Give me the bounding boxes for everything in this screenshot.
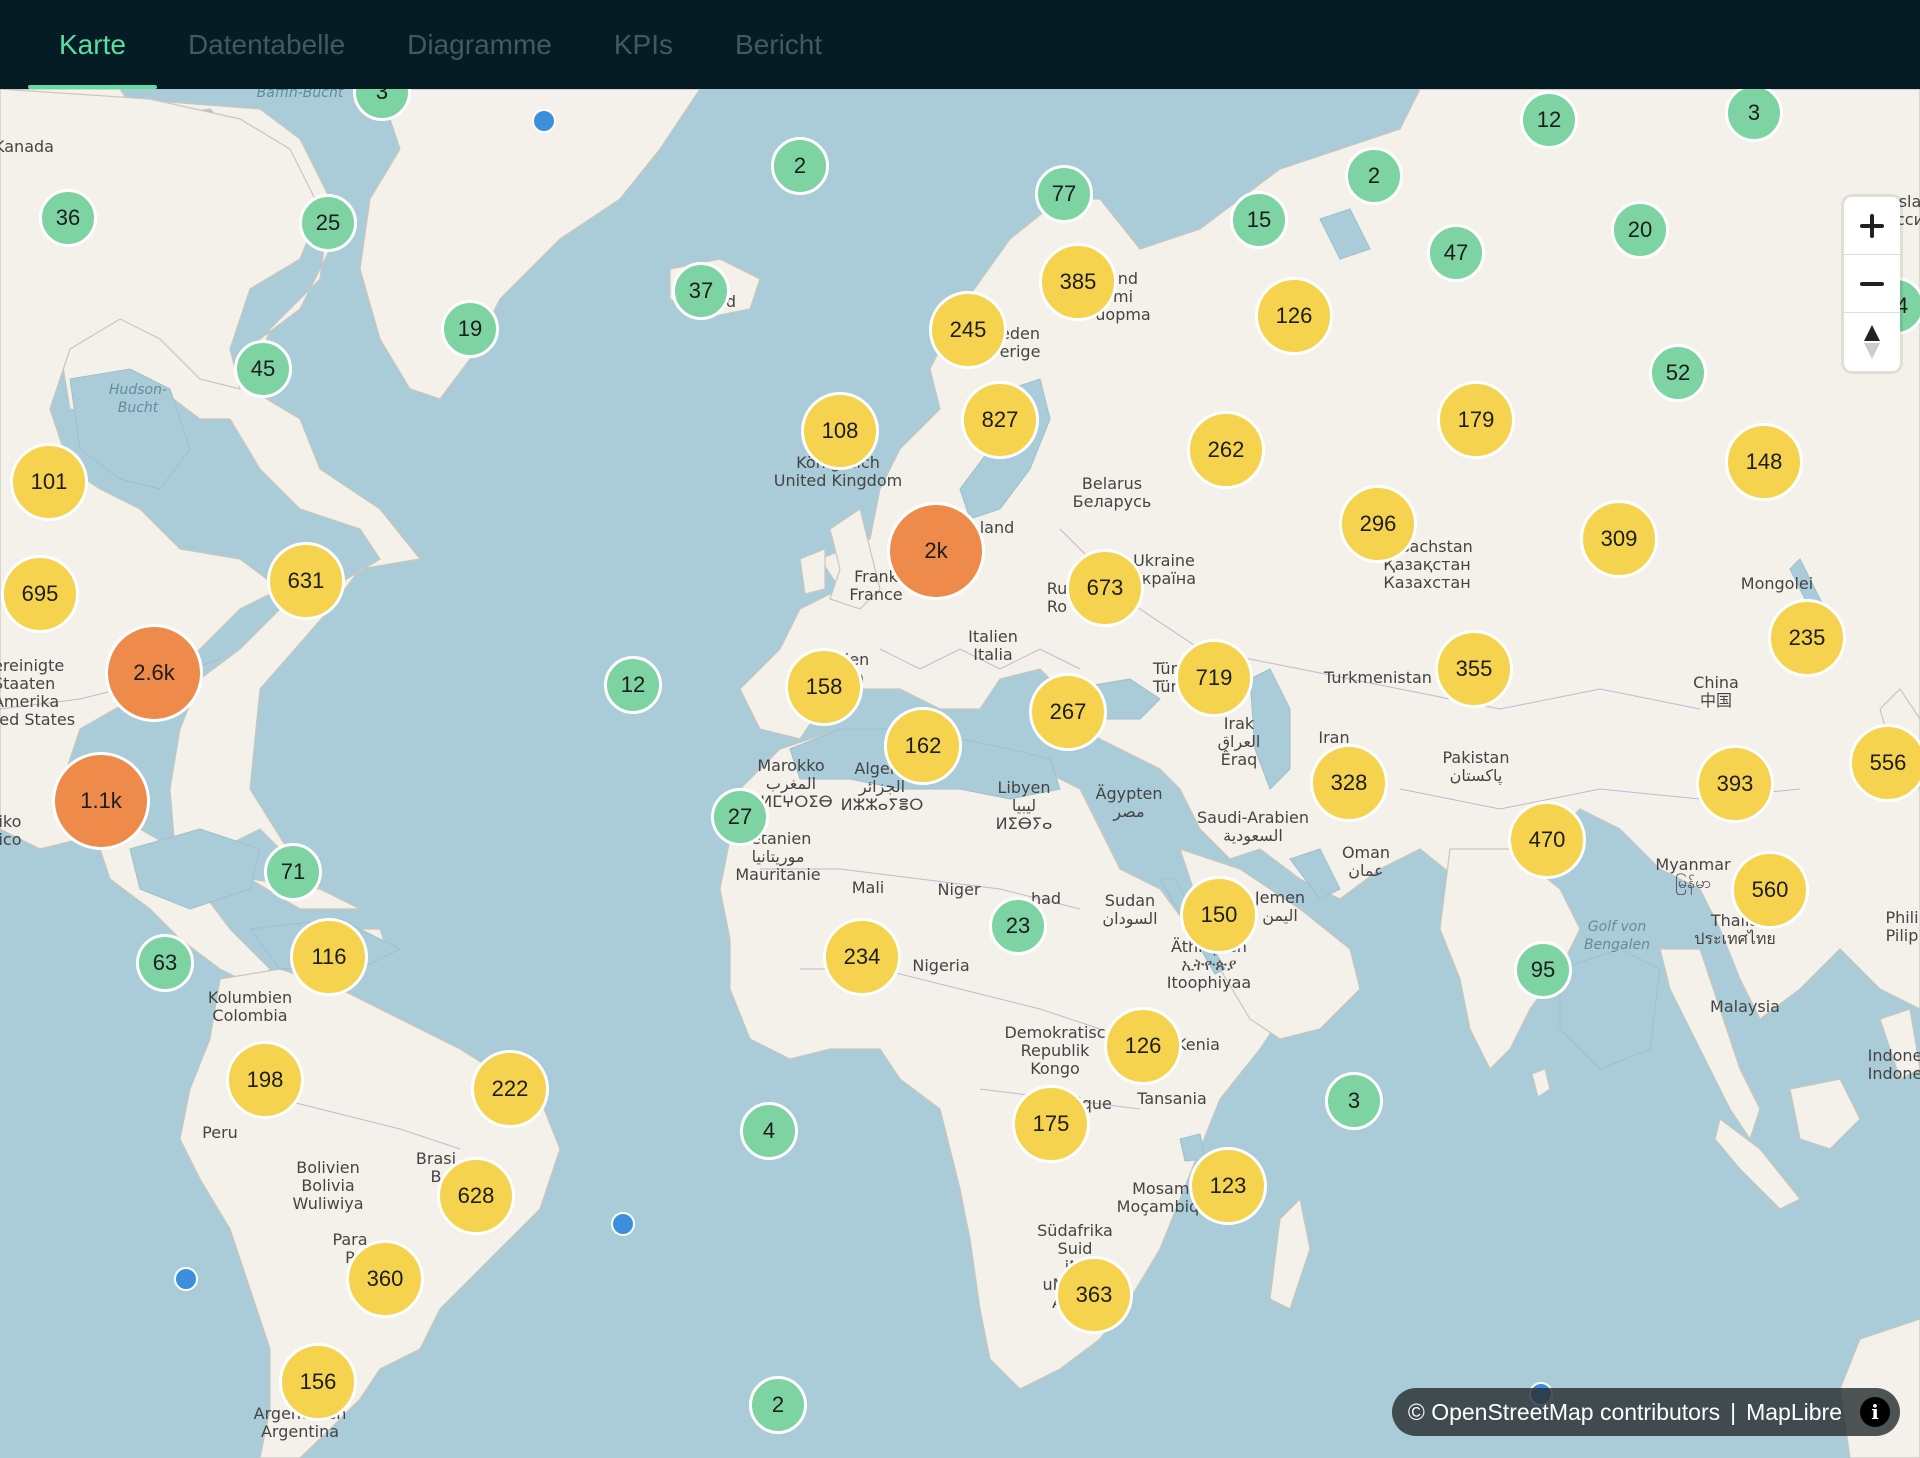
cluster-marker[interactable]: 827 <box>961 381 1039 459</box>
cluster-marker[interactable]: 719 <box>1175 639 1253 717</box>
cluster-marker[interactable]: 560 <box>1731 851 1809 929</box>
ireland-landmass <box>799 548 826 595</box>
single-point-marker[interactable] <box>532 109 556 133</box>
cluster-marker[interactable]: 12 <box>604 656 662 714</box>
cluster-marker[interactable]: 393 <box>1696 745 1774 823</box>
cluster-marker[interactable]: 52 <box>1649 344 1707 402</box>
cluster-marker[interactable]: 126 <box>1255 277 1333 355</box>
cluster-marker[interactable]: 556 <box>1849 724 1920 802</box>
cluster-marker[interactable]: 673 <box>1066 549 1144 627</box>
minus-icon <box>1860 281 1884 286</box>
cluster-marker[interactable]: 101 <box>10 443 88 521</box>
cluster-marker[interactable]: 37 <box>672 262 730 320</box>
cluster-marker[interactable]: 363 <box>1055 1256 1133 1334</box>
cluster-marker[interactable]: 63 <box>136 934 194 992</box>
cluster-marker[interactable]: 25 <box>299 194 357 252</box>
island-borneo <box>1789 1078 1861 1150</box>
cluster-marker[interactable]: 695 <box>1 555 79 633</box>
cluster-marker[interactable]: 108 <box>801 392 879 470</box>
reset-bearing-button[interactable] <box>1844 313 1900 371</box>
sri-lanka-landmass <box>1531 1068 1551 1098</box>
cluster-marker[interactable]: 23 <box>989 897 1047 955</box>
map-attribution: © OpenStreetMap contributors | MapLibre … <box>1391 1388 1900 1436</box>
info-icon[interactable]: i <box>1860 1397 1890 1427</box>
tab-bericht[interactable]: Bericht <box>704 0 853 89</box>
cluster-marker[interactable]: 245 <box>929 291 1007 369</box>
cluster-marker[interactable]: 158 <box>785 648 863 726</box>
cluster-marker[interactable]: 27 <box>711 788 769 846</box>
cluster-marker[interactable]: 36 <box>39 189 97 247</box>
cluster-marker[interactable]: 148 <box>1725 423 1803 501</box>
cluster-marker[interactable]: 162 <box>884 707 962 785</box>
zoom-out-button[interactable] <box>1844 255 1900 313</box>
cluster-marker[interactable]: 19 <box>441 300 499 358</box>
cluster-marker[interactable]: 156 <box>279 1343 357 1421</box>
tab-karte[interactable]: Karte <box>28 0 157 89</box>
island-sumatra <box>1714 1117 1801 1210</box>
cluster-marker[interactable]: 45 <box>234 340 292 398</box>
cluster-marker[interactable]: 47 <box>1427 224 1485 282</box>
cluster-marker[interactable]: 222 <box>471 1050 549 1128</box>
cluster-marker[interactable]: 355 <box>1435 630 1513 708</box>
cluster-marker[interactable]: 1.1k <box>52 752 150 850</box>
cluster-marker[interactable]: 198 <box>226 1041 304 1119</box>
tab-kpis[interactable]: KPIs <box>583 0 704 89</box>
cluster-marker[interactable]: 126 <box>1104 1007 1182 1085</box>
cluster-marker[interactable]: 309 <box>1580 500 1658 578</box>
cluster-marker[interactable]: 2 <box>749 1376 807 1434</box>
attribution-separator: | <box>1730 1398 1737 1425</box>
compass-icon <box>1864 325 1880 359</box>
app-window: Karte Datentabelle Diagramme KPIs Berich… <box>0 0 1920 1458</box>
cluster-marker[interactable]: 234 <box>823 918 901 996</box>
cluster-marker[interactable]: 296 <box>1339 485 1417 563</box>
zoom-in-button[interactable] <box>1844 197 1900 255</box>
cluster-marker[interactable]: 95 <box>1514 941 1572 999</box>
cluster-marker[interactable]: 4 <box>740 1102 798 1160</box>
cluster-marker[interactable]: 470 <box>1508 801 1586 879</box>
tab-datentabelle[interactable]: Datentabelle <box>157 0 376 89</box>
cluster-marker[interactable]: 2.6k <box>105 624 203 722</box>
cluster-marker[interactable]: 20 <box>1611 201 1669 259</box>
island-philippines <box>1879 1008 1920 1080</box>
tab-diagramme[interactable]: Diagramme <box>376 0 583 89</box>
cluster-marker[interactable]: 175 <box>1012 1085 1090 1163</box>
cluster-marker[interactable]: 628 <box>437 1157 515 1235</box>
single-point-marker[interactable] <box>611 1212 635 1236</box>
attribution-osm-link[interactable]: © OpenStreetMap contributors <box>1408 1399 1720 1426</box>
map-navigation-controls <box>1844 197 1900 371</box>
cluster-marker[interactable]: 360 <box>346 1240 424 1318</box>
cluster-marker[interactable]: 71 <box>264 843 322 901</box>
cluster-marker[interactable]: 3 <box>1325 1072 1383 1130</box>
cluster-marker[interactable]: 179 <box>1437 381 1515 459</box>
greenland-landmass <box>359 89 701 400</box>
cluster-marker[interactable]: 2 <box>771 137 829 195</box>
cluster-marker[interactable]: 262 <box>1187 411 1265 489</box>
cluster-marker[interactable]: 12 <box>1520 91 1578 149</box>
plus-icon <box>1860 213 1884 238</box>
world-map[interactable]: Kanada Baffin-Bucht Hudson- Bucht ereini… <box>0 89 1920 1458</box>
cluster-marker[interactable]: 267 <box>1029 673 1107 751</box>
cluster-marker[interactable]: 77 <box>1035 165 1093 223</box>
attribution-maplibre-link[interactable]: MapLibre <box>1746 1399 1842 1426</box>
tab-bar: Karte Datentabelle Diagramme KPIs Berich… <box>0 0 1920 89</box>
cluster-marker[interactable]: 328 <box>1310 744 1388 822</box>
cluster-marker[interactable]: 123 <box>1189 1147 1267 1225</box>
cluster-marker[interactable]: 235 <box>1768 599 1846 677</box>
cluster-marker[interactable]: 116 <box>290 918 368 996</box>
madagascar-landmass <box>1269 1197 1311 1310</box>
cluster-marker[interactable]: 631 <box>267 542 345 620</box>
cluster-marker[interactable]: 15 <box>1230 191 1288 249</box>
cluster-marker[interactable]: 2k <box>887 502 985 600</box>
cluster-marker[interactable]: 2 <box>1345 147 1403 205</box>
single-point-marker[interactable] <box>174 1267 198 1291</box>
bay-of-bengal-water <box>1559 948 1661 1070</box>
cluster-marker[interactable]: 385 <box>1039 243 1117 321</box>
cluster-marker[interactable]: 150 <box>1180 876 1258 954</box>
